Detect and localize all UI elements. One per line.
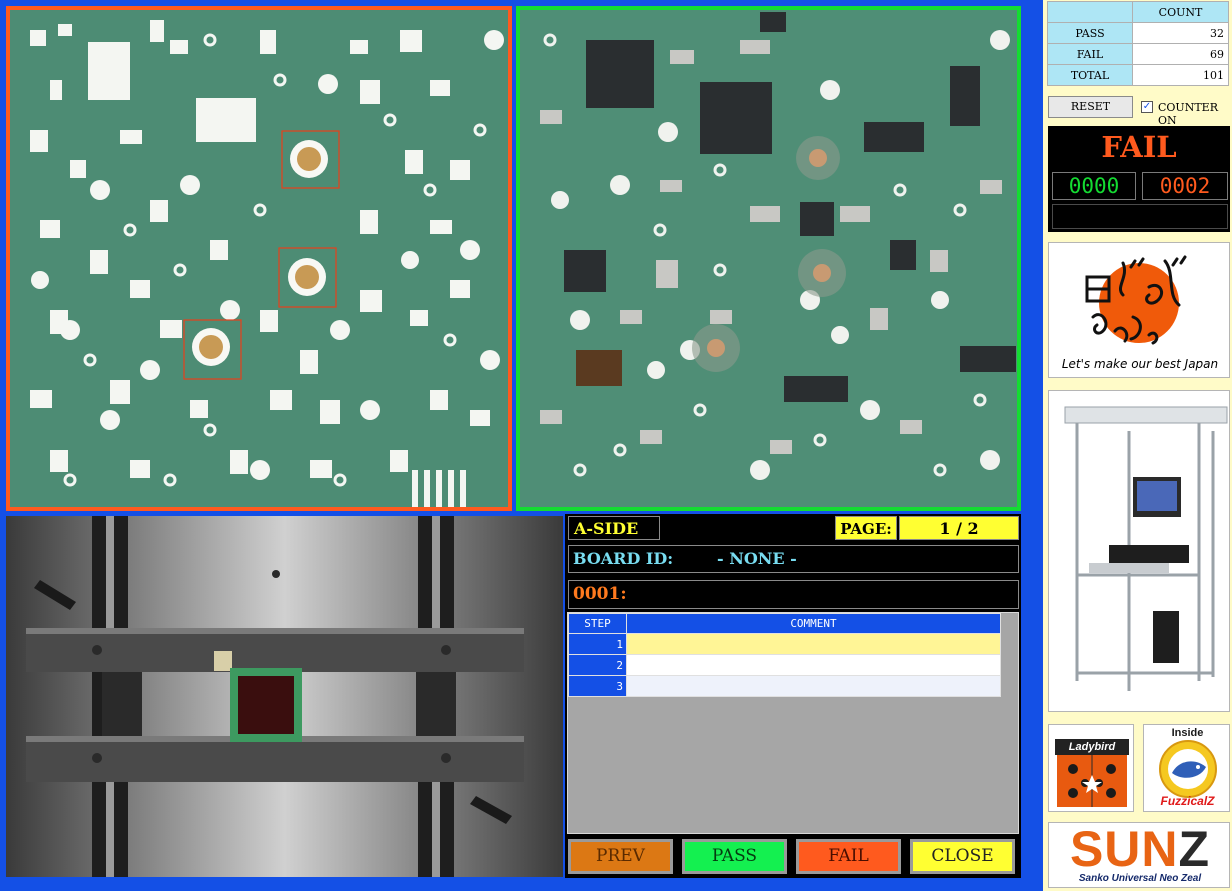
machine-illustration: [1064, 406, 1228, 691]
side-label: A-SIDE: [568, 516, 660, 540]
count-row-fail: FAIL 69: [1047, 43, 1229, 65]
counter-on-label: COUNTER ON: [1158, 101, 1218, 127]
fail-button[interactable]: FAIL: [796, 839, 901, 874]
grid-header-row: STEP COMMENT: [568, 613, 1001, 634]
sunz-subtitle: Sanko Universal Neo Zeal: [1078, 873, 1202, 884]
pcb-inspection-image: [516, 6, 1021, 511]
table-row[interactable]: 1: [568, 633, 1001, 655]
fixture-camera-image: [6, 516, 563, 877]
count-header: COUNT: [1132, 1, 1229, 23]
count-label: TOTAL: [1047, 64, 1133, 86]
step-cell: 2: [568, 654, 627, 676]
count-header-row: COUNT: [1047, 1, 1229, 23]
count-label: PASS: [1047, 22, 1133, 44]
count-table: COUNT PASS 32 FAIL 69 TOTAL 101: [1047, 1, 1229, 86]
fuzzicalz-inside-label: Inside: [1171, 727, 1204, 739]
step-comment-grid[interactable]: STEP COMMENT 1 2 3: [567, 612, 1019, 834]
ganbaro-emblem-icon: [1085, 255, 1187, 345]
sunz-logo: SUNZ Sanko Universal Neo Zeal: [1048, 822, 1230, 888]
sunz-wordmark-z: Z: [1178, 822, 1211, 877]
status-sidebar: COUNT PASS 32 FAIL 69 TOTAL 101 RESET ✓ …: [1043, 0, 1232, 891]
board-id-label: BOARD ID:: [573, 549, 674, 568]
reset-button[interactable]: RESET: [1048, 96, 1133, 118]
page-label: PAGE:: [835, 516, 897, 540]
fuzzicalz-label: FuzzicalZ: [1160, 794, 1215, 808]
fixture-camera-graphic: [6, 516, 563, 877]
fuzzicalz-logo: Inside FuzzicalZ: [1143, 724, 1230, 812]
page-indicator: 1 / 2: [899, 516, 1019, 540]
count-value: 32: [1132, 22, 1229, 44]
pass-counter: 0000: [1052, 172, 1136, 200]
ganbaro-japan-logo: Let's make our best Japan: [1048, 242, 1230, 378]
pcb-reference-image: [6, 6, 512, 511]
inspection-info-panel: A-SIDE PAGE: 1 / 2 BOARD ID: - NONE - 00…: [565, 514, 1021, 878]
count-value: 101: [1132, 64, 1229, 86]
comment-cell[interactable]: [626, 633, 1001, 655]
grid-header-step: STEP: [568, 613, 627, 634]
grid-header-comment: COMMENT: [626, 613, 1001, 634]
result-display: FAIL 0000 0002: [1048, 126, 1230, 232]
comment-cell[interactable]: [626, 675, 1001, 697]
step-comment-table: STEP COMMENT 1 2 3: [568, 613, 1001, 697]
result-status: FAIL: [1101, 130, 1177, 164]
close-button[interactable]: CLOSE: [910, 839, 1015, 874]
fail-counter: 0002: [1142, 172, 1228, 200]
sunz-wordmark: SUNZ: [1049, 822, 1229, 877]
prev-button[interactable]: PREV: [568, 839, 673, 874]
table-row[interactable]: 3: [568, 675, 1001, 697]
ladybird-logo: Ladybird: [1048, 724, 1134, 812]
serial-number: 0001:: [568, 580, 1019, 609]
count-label: FAIL: [1047, 43, 1133, 65]
sunz-wordmark-main: SUN: [1069, 822, 1179, 877]
comment-cell[interactable]: [626, 654, 1001, 676]
pass-button[interactable]: PASS: [682, 839, 787, 874]
count-row-pass: PASS 32: [1047, 22, 1229, 44]
board-id-row: BOARD ID: - NONE -: [568, 545, 1019, 573]
step-cell: 3: [568, 675, 627, 697]
count-row-total: TOTAL 101: [1047, 64, 1229, 86]
counter-on-checkbox[interactable]: ✓: [1141, 101, 1153, 113]
pcb-inspection-graphic: [520, 10, 1017, 507]
count-header-blank: [1047, 1, 1133, 23]
ganbaro-tagline: Let's make our best Japan: [1061, 357, 1219, 371]
inspection-machine-photo: [1048, 390, 1230, 712]
step-cell: 1: [568, 633, 627, 655]
message-bar: [1052, 204, 1228, 229]
pcb-reference-graphic: [10, 10, 508, 507]
ladybird-label: Ladybird: [1055, 739, 1129, 755]
board-id-value: - NONE -: [717, 549, 797, 568]
table-row[interactable]: 2: [568, 654, 1001, 676]
count-value: 69: [1132, 43, 1229, 65]
